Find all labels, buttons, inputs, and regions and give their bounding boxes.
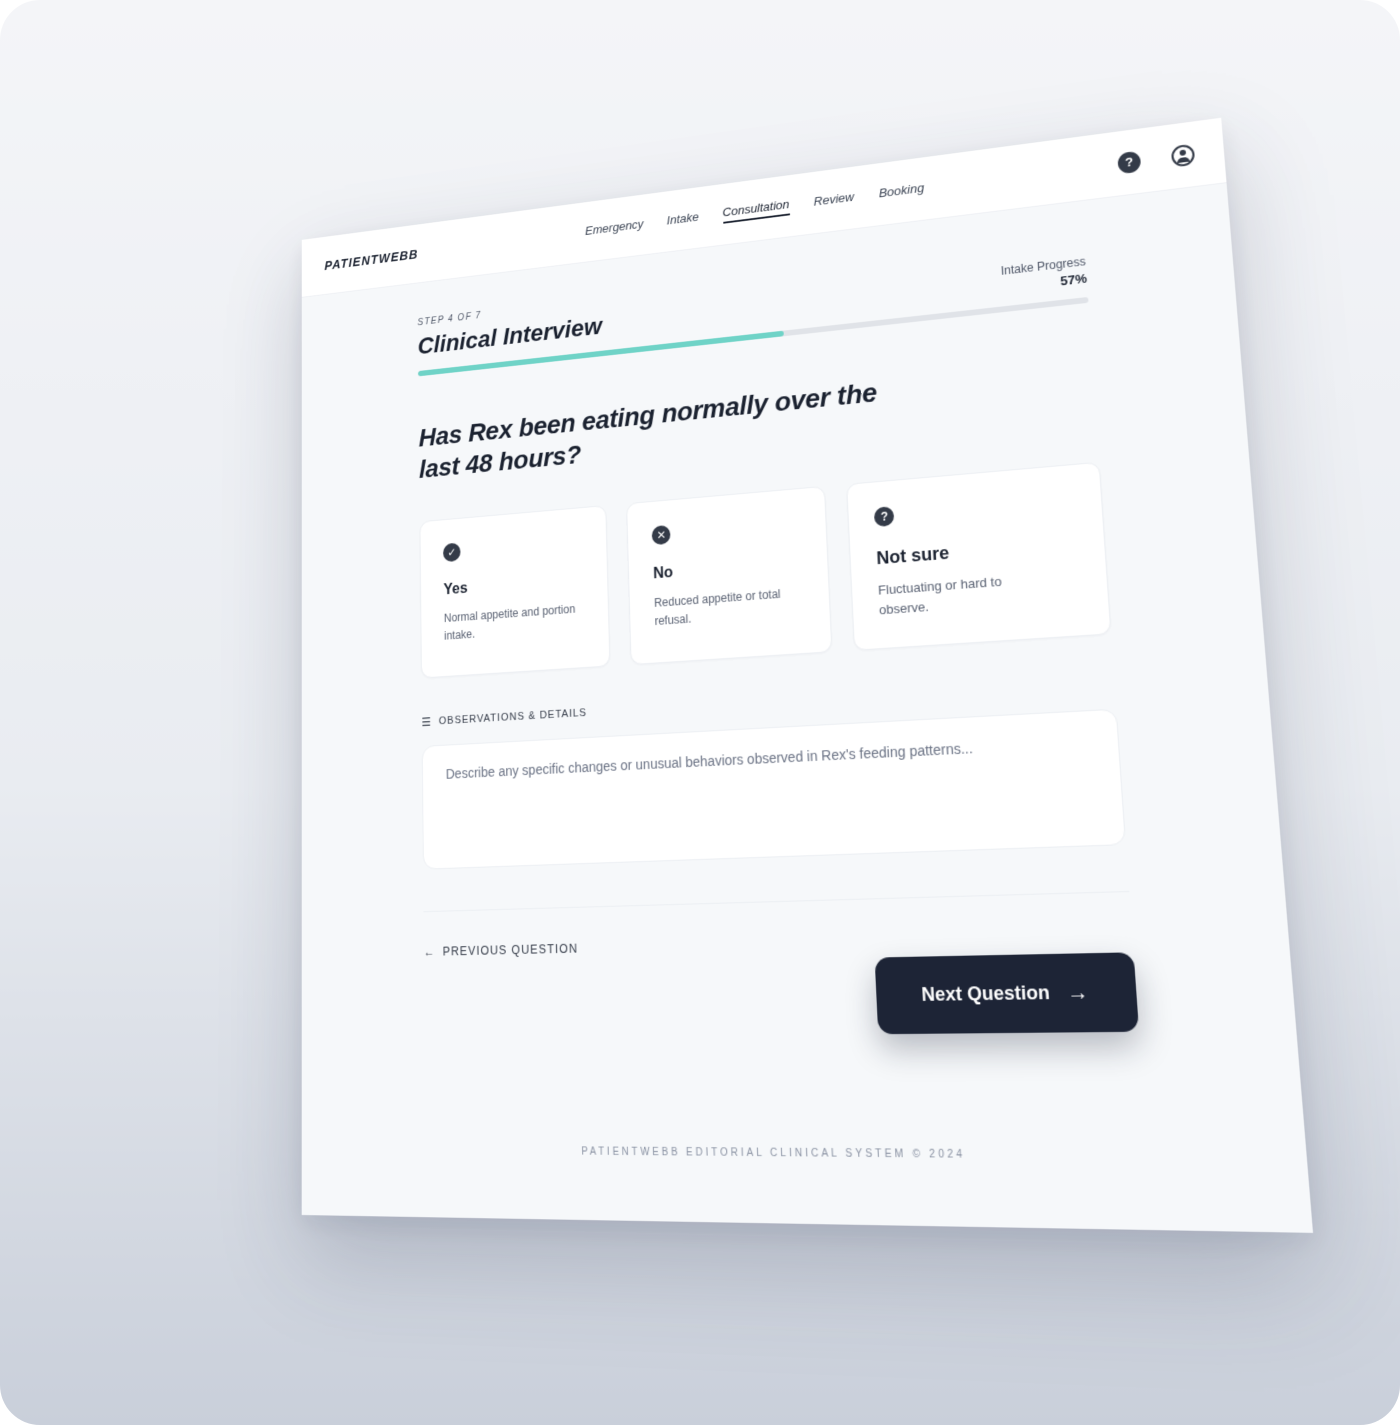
nav-item-review[interactable]: Review (813, 189, 854, 211)
observations-label-text: OBSERVATIONS & DETAILS (438, 707, 588, 728)
previous-question-link[interactable]: ← PREVIOUS QUESTION (424, 942, 579, 959)
app-window: PATIENTWEBB Emergency Intake Consultatio… (301, 117, 1314, 1233)
footer: PATIENTWEBB EDITORIAL CLINICAL SYSTEM © … (581, 1146, 966, 1161)
stage: PATIENTWEBB Emergency Intake Consultatio… (0, 0, 1400, 1425)
nav-item-intake[interactable]: Intake (667, 209, 700, 229)
x-circle-icon: ✕ (651, 524, 671, 546)
option-title: No (652, 564, 674, 583)
arrow-right-icon: → (1066, 981, 1090, 1006)
question-navigation: ← PREVIOUS QUESTION Next Question → (424, 925, 1140, 1039)
divider (423, 891, 1130, 913)
header-tools: ? (1117, 143, 1196, 174)
option-not-sure[interactable]: ? Not sure Fluctuating or hard to observ… (846, 461, 1112, 652)
observations-textarea[interactable] (421, 708, 1127, 870)
option-no[interactable]: ✕ No Reduced appetite or total refusal. (626, 485, 833, 666)
option-yes[interactable]: ✓ Yes Normal appetite and portion intake… (419, 504, 611, 679)
next-question-button[interactable]: Next Question → (874, 952, 1140, 1035)
progress-summary: Intake Progress 57% (1000, 255, 1087, 295)
nav-item-consultation[interactable]: Consultation (722, 196, 790, 224)
option-title: Yes (443, 580, 468, 599)
notes-icon: ☰ (421, 715, 432, 730)
option-description: Normal appetite and portion intake. (443, 602, 576, 643)
option-description: Fluctuating or hard to observe. (877, 573, 1003, 618)
nav-item-emergency[interactable]: Emergency (585, 216, 644, 239)
main-content: STEP 4 OF 7 Clinical Interview Intake Pr… (302, 183, 1313, 1233)
previous-question-label: PREVIOUS QUESTION (442, 941, 579, 959)
arrow-left-icon: ← (423, 945, 436, 960)
option-title: Not sure (876, 542, 950, 569)
next-question-label: Next Question (920, 982, 1051, 1006)
answer-options: ✓ Yes Normal appetite and portion intake… (419, 461, 1112, 679)
question-circle-icon: ? (874, 506, 895, 528)
nav-item-booking[interactable]: Booking (878, 180, 924, 202)
option-description: Reduced appetite or total refusal. (653, 587, 781, 628)
help-icon[interactable]: ? (1117, 150, 1142, 174)
account-icon[interactable] (1170, 143, 1196, 168)
brand-logo[interactable]: PATIENTWEBB (324, 246, 418, 272)
check-circle-icon: ✓ (443, 542, 461, 563)
step-heading: STEP 4 OF 7 Clinical Interview (417, 297, 602, 361)
question-text: Has Rex been eating normally over the la… (418, 377, 878, 484)
